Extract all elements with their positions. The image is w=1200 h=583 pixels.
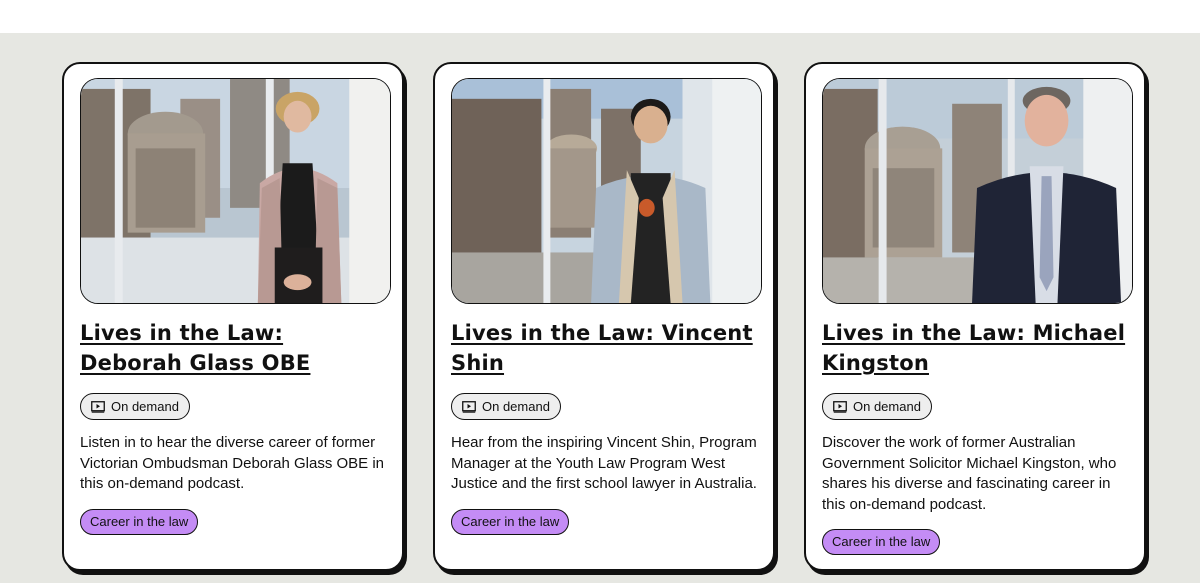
card-photo[interactable] xyxy=(822,78,1133,304)
badge-label: On demand xyxy=(111,399,179,414)
play-video-icon xyxy=(91,400,105,413)
play-video-icon xyxy=(833,400,847,413)
career-tag-button[interactable]: Career in the law xyxy=(822,529,941,555)
top-bar xyxy=(0,0,1200,33)
office-window-photo xyxy=(823,79,1132,303)
on-demand-badge: On demand xyxy=(822,393,932,420)
career-tag-button[interactable]: Career in the law xyxy=(451,508,570,535)
badge-label: On demand xyxy=(853,399,921,414)
card-photo[interactable] xyxy=(451,78,762,304)
card-photo[interactable] xyxy=(80,78,391,304)
podcast-card[interactable]: Lives in the Law: Deborah Glass OBE On d… xyxy=(62,62,404,571)
on-demand-badge: On demand xyxy=(451,393,561,420)
card-description: Listen in to hear the diverse career of … xyxy=(80,434,385,492)
card-title-link[interactable]: Lives in the Law: Michael Kingston xyxy=(822,318,1130,378)
office-window-photo xyxy=(452,79,761,303)
on-demand-badge: On demand xyxy=(80,393,190,420)
podcast-card[interactable]: Lives in the Law: Vincent Shin On demand… xyxy=(433,62,775,571)
badge-label: On demand xyxy=(482,399,550,414)
podcast-card-section: Lives in the Law: Deborah Glass OBE On d… xyxy=(0,33,1200,583)
play-video-icon xyxy=(462,400,476,413)
podcast-card[interactable]: Lives in the Law: Michael Kingston On de… xyxy=(804,62,1146,571)
card-description: Discover the work of former Australian G… xyxy=(822,434,1117,513)
career-tag-button[interactable]: Career in the law xyxy=(80,508,199,535)
office-window-photo xyxy=(81,79,390,303)
card-title-link[interactable]: Lives in the Law: Deborah Glass OBE xyxy=(80,318,388,378)
card-description: Hear from the inspiring Vincent Shin, Pr… xyxy=(451,434,757,492)
card-title-link[interactable]: Lives in the Law: Vincent Shin xyxy=(451,318,759,378)
